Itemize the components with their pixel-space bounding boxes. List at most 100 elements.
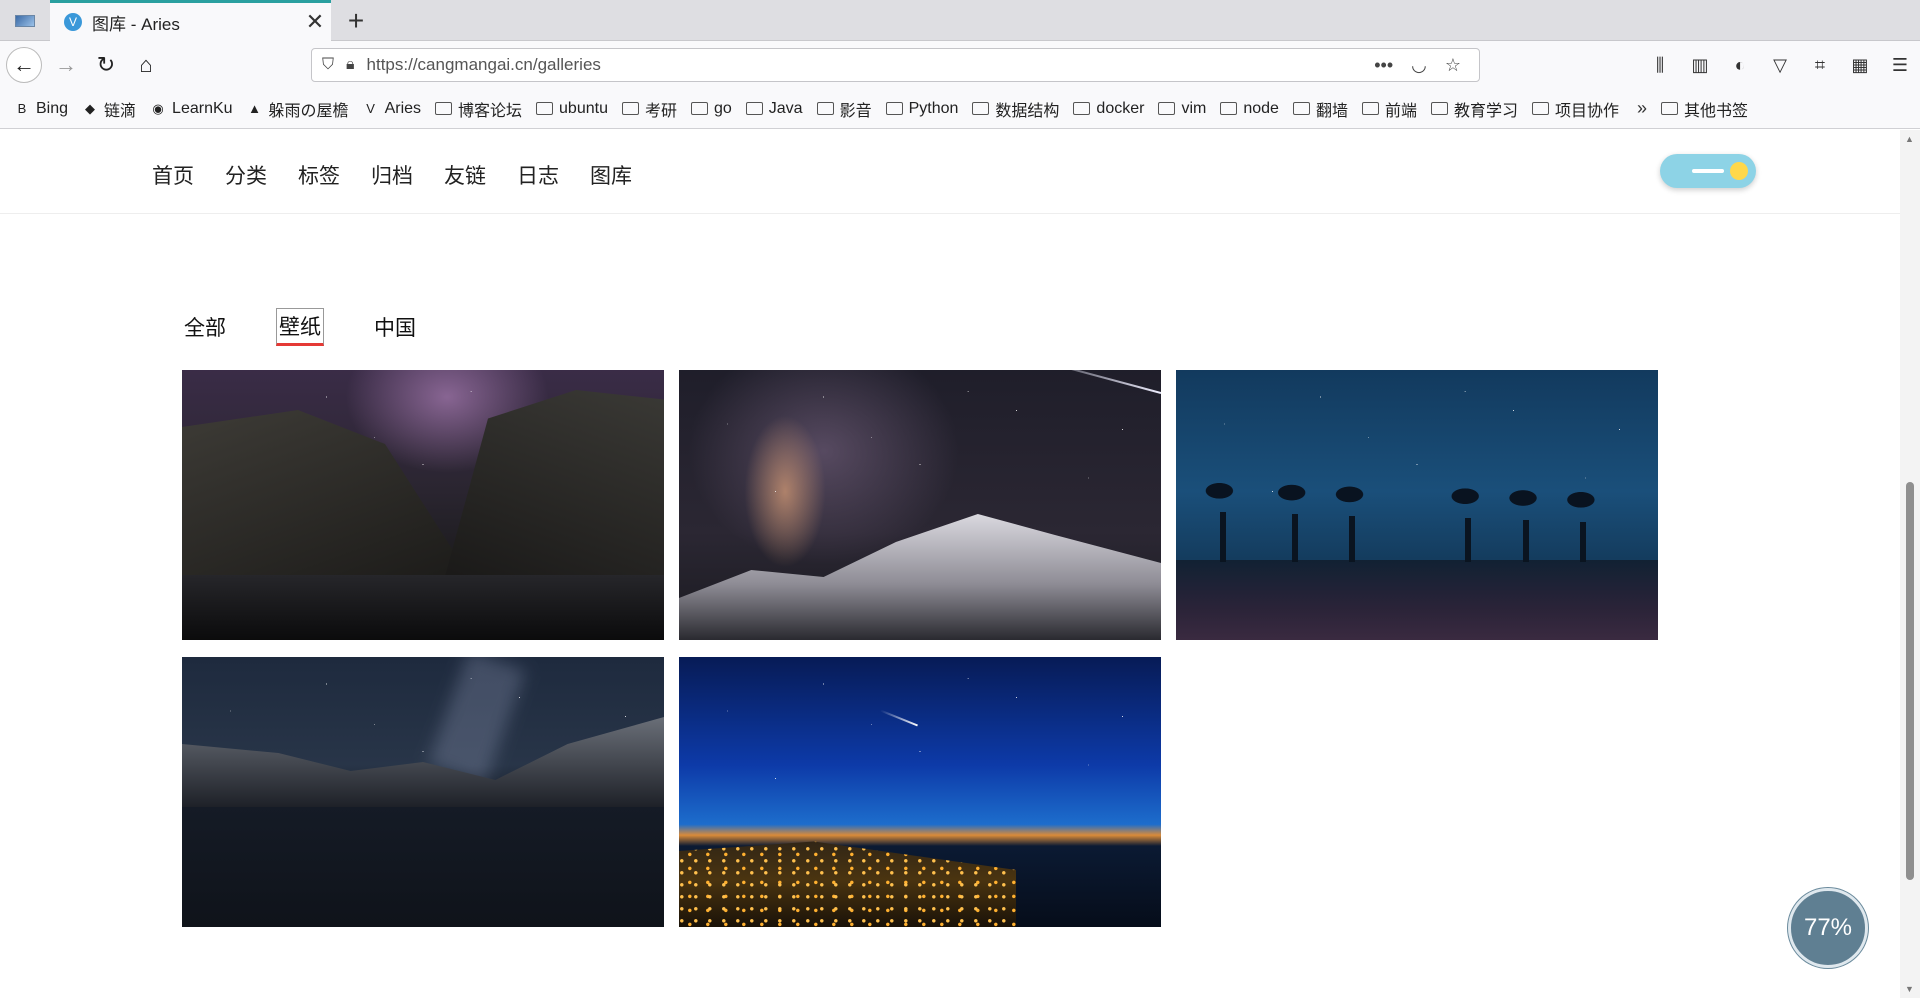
bookmark-favicon-icon: ◆ <box>85 100 96 116</box>
toolbar-icons: ⫼ ▥ ◐ ▽ ⌗ ▦ ☰ <box>1640 41 1920 89</box>
bookmark-item[interactable]: 博客论坛 <box>435 97 522 121</box>
bookmark-label: 影音 <box>839 102 872 120</box>
vue-devtools-icon[interactable]: ▽ <box>1760 55 1800 76</box>
theme-toggle[interactable] <box>1660 154 1756 188</box>
bookmark-item[interactable]: docker <box>1073 100 1144 118</box>
bookmark-item[interactable]: 数据结构 <box>972 97 1059 121</box>
gallery-filters: 全部 壁纸 中国 <box>182 308 466 346</box>
other-bookmarks[interactable]: 其他书签 <box>1661 97 1748 121</box>
address-bar[interactable]: ⛉ 🔒︎ https://cangmangai.cn/galleries •••… <box>311 48 1480 82</box>
bookmark-label: 前端 <box>1384 102 1417 120</box>
bookmark-label: vim <box>1181 99 1207 117</box>
gallery-photo-5[interactable] <box>679 657 1161 927</box>
tab-active[interactable]: V 图库 - Aries ✕ <box>50 0 331 41</box>
tab-title: 图库 - Aries <box>92 14 180 34</box>
sidebar-icon[interactable]: ▥ <box>1680 55 1720 76</box>
bookmark-label: Aries <box>384 99 422 117</box>
menu-icon[interactable]: ☰ <box>1880 55 1920 76</box>
bookmark-item[interactable]: node <box>1220 100 1279 118</box>
gallery-filter-tab[interactable]: 壁纸 <box>276 308 324 346</box>
nav-link[interactable]: 标签 <box>298 160 340 190</box>
sun-icon <box>1730 162 1748 180</box>
bookmark-label: 躲雨の屋檐 <box>268 102 349 120</box>
bookmarks-bar: B Bing ◆ 链滴 ◉ LearnKu ▲ 躲雨の屋檐 V Aries 博客论坛 ubuntu 考研… <box>0 89 1920 129</box>
folder-icon <box>1430 102 1448 115</box>
gallery-photo-4[interactable] <box>182 657 664 927</box>
bookmark-item[interactable]: V Aries <box>363 100 421 118</box>
cloud-icon <box>1692 169 1724 173</box>
forward-button[interactable]: → <box>48 47 84 83</box>
pocket-icon[interactable]: ◡ <box>1411 55 1427 76</box>
bookmark-label: 数据结构 <box>995 102 1060 120</box>
bookmark-item[interactable]: Python <box>885 99 959 118</box>
bookmark-label: Python <box>908 99 959 117</box>
reading-progress-badge[interactable]: 77% <box>1788 888 1868 968</box>
url-path: /galleries <box>532 55 601 74</box>
folder-icon <box>816 102 834 115</box>
folder-icon <box>690 102 708 115</box>
bookmark-item[interactable]: 教育学习 <box>1430 97 1518 121</box>
bookmark-favicon-icon: ◉ <box>152 100 164 116</box>
gallery-filter-tab[interactable]: 全部 <box>182 310 228 344</box>
crop-icon[interactable]: ⌗ <box>1800 55 1840 76</box>
url-host: https://cangmangai.cn <box>366 55 533 74</box>
bookmark-item[interactable]: ▲ 躲雨の屋檐 <box>247 97 349 121</box>
close-tab-icon[interactable]: ✕ <box>299 6 331 38</box>
bookmark-item[interactable]: 影音 <box>816 97 872 121</box>
browser-nav-bar: ← → ↻ ⌂ ⛉ 🔒︎ https://cangmangai.cn/galle… <box>0 41 1920 89</box>
bookmarks-overflow-icon[interactable]: » <box>1637 98 1647 119</box>
pinned-tab[interactable] <box>0 0 50 41</box>
gallery-photo-3[interactable] <box>1176 370 1658 640</box>
folder-icon <box>885 102 903 115</box>
bookmark-label: go <box>713 99 732 117</box>
folder-icon <box>536 102 554 115</box>
nav-link[interactable]: 分类 <box>225 160 267 190</box>
bookmark-item[interactable]: 考研 <box>621 97 677 121</box>
gallery-filter-tab[interactable]: 中国 <box>372 310 418 344</box>
page-scrollbar[interactable]: ▲ ▼ <box>1900 130 1920 998</box>
nav-link[interactable]: 图库 <box>590 160 632 190</box>
library-icon[interactable]: ⫼ <box>1640 55 1680 76</box>
bookmark-item[interactable]: Java <box>745 99 803 118</box>
shield-icon[interactable]: ⛉ <box>322 56 334 74</box>
nav-link[interactable]: 归档 <box>371 160 413 190</box>
bookmark-item[interactable]: ◆ 链滴 <box>82 97 136 121</box>
pinned-tab-icon <box>15 14 35 27</box>
url-text[interactable]: https://cangmangai.cn/galleries <box>367 55 1375 75</box>
site-header: 首页 分类 标签 归档 友链 日志 图库 <box>0 130 1900 214</box>
nav-link[interactable]: 首页 <box>152 160 194 190</box>
bookmark-item[interactable]: ubuntu <box>536 100 608 118</box>
bookmark-favicon-icon: ▲ <box>248 101 261 116</box>
bookmark-item[interactable]: 项目协作 <box>1531 97 1619 121</box>
bookmark-label: docker <box>1096 99 1145 117</box>
bookmark-label: LearnKu <box>172 99 233 117</box>
gallery-photo-2[interactable] <box>679 370 1161 640</box>
tab-favicon-icon: V <box>64 13 82 31</box>
bookmark-star-icon[interactable]: ☆ <box>1445 55 1461 76</box>
bookmark-item[interactable]: ◉ LearnKu <box>150 99 233 118</box>
lock-icon[interactable]: 🔒︎ <box>346 56 355 74</box>
site-menu: 首页 分类 标签 归档 友链 日志 图库 <box>152 160 663 190</box>
gallery-photo-1[interactable] <box>182 370 664 640</box>
extension-avatar-icon[interactable]: ◐ <box>1720 55 1760 76</box>
bookmark-item[interactable]: vim <box>1158 100 1206 118</box>
nav-link[interactable]: 友链 <box>444 160 486 190</box>
bookmark-label: 考研 <box>644 102 677 120</box>
bookmark-item[interactable]: go <box>690 99 732 118</box>
home-button[interactable]: ⌂ <box>128 47 164 83</box>
bookmark-item[interactable]: 翻墙 <box>1292 97 1348 121</box>
new-tab-button[interactable]: + <box>336 0 376 41</box>
nav-link[interactable]: 日志 <box>517 160 559 190</box>
bookmark-item[interactable]: B Bing <box>14 100 68 118</box>
bookmark-label: Java <box>768 99 803 117</box>
reload-button[interactable]: ↻ <box>88 47 124 83</box>
scroll-down-icon[interactable]: ▼ <box>1905 984 1914 994</box>
back-button[interactable]: ← <box>6 47 42 83</box>
extensions-icon[interactable]: ▦ <box>1840 55 1880 76</box>
bookmark-label: 项目协作 <box>1554 102 1619 120</box>
page-actions-icon[interactable]: ••• <box>1374 55 1393 76</box>
scroll-up-icon[interactable]: ▲ <box>1905 134 1914 144</box>
bookmark-item[interactable]: 前端 <box>1361 97 1417 121</box>
scrollbar-thumb[interactable] <box>1906 482 1914 880</box>
bookmark-favicon-icon: B <box>17 101 27 116</box>
